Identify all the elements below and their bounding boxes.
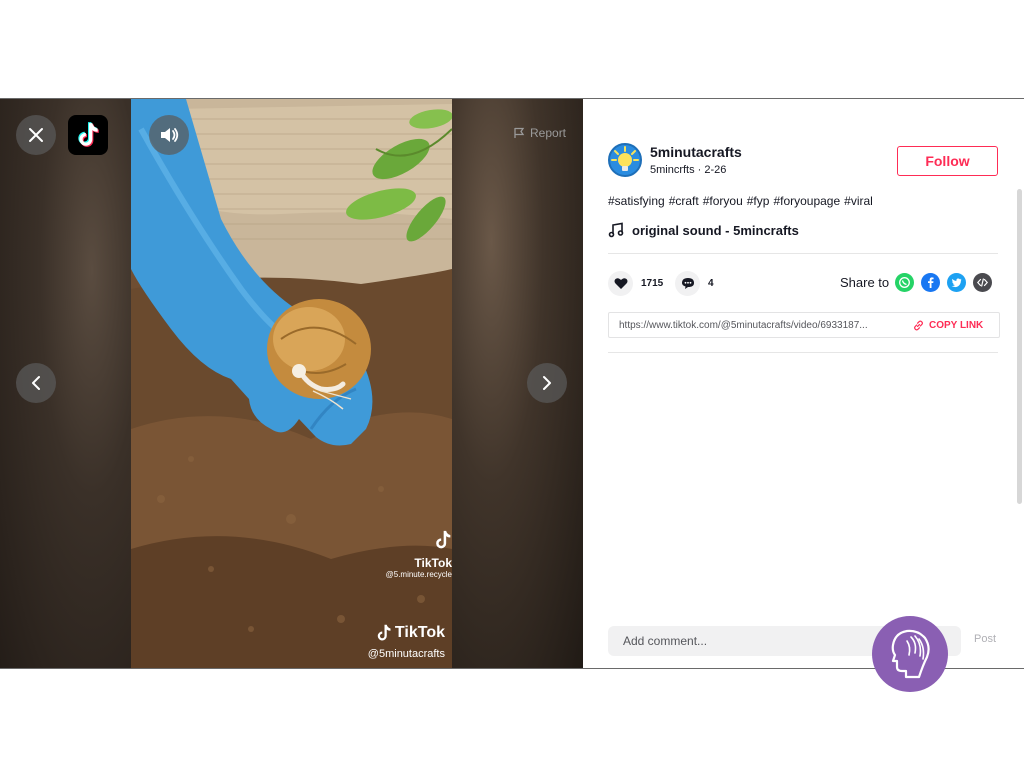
lightbulb-icon [611,146,639,171]
hashtag-link[interactable]: #fyp [747,194,770,208]
video-hashtags: #satisfying #craft #foryou #fyp #foryoupage #… [608,194,877,208]
facebook-icon[interactable] [921,273,940,292]
watermark-small-handle: @5.minute.recycle [385,570,452,579]
watermark-small-brand: TikTok [414,556,452,570]
tiktok-logo-icon [370,529,452,556]
author-avatar[interactable] [608,143,642,177]
sound-link[interactable]: original sound - 5mincrafts [608,222,799,238]
divider [608,352,998,353]
video-viewer: TikTok @5.minute.recycle TikTok @5minuta… [0,98,1024,669]
tiktok-logo-icon [78,122,99,147]
video-info-panel: 5minutacrafts 5mincrfts · 2-26 Follow #s… [583,99,1024,668]
flag-icon [514,127,525,138]
embed-icon[interactable] [973,273,992,292]
author-meta: 5mincrfts · 2-26 [650,164,727,176]
chevron-right-icon [543,376,551,390]
comment-button[interactable] [675,271,700,296]
copy-link-label: COPY LINK [929,319,984,331]
like-button[interactable] [608,271,633,296]
tiktok-app-logo[interactable] [68,115,108,155]
panel-scrollbar[interactable] [1017,189,1022,504]
comment-count: 4 [708,278,714,289]
divider [608,253,998,254]
watermark-big: TikTok @5minutacrafts [360,623,445,660]
next-video-button[interactable] [527,363,567,403]
chevron-left-icon [32,376,40,390]
hashtag-link[interactable]: #satisfying [608,194,665,208]
watermark-big-handle: @5minutacrafts [367,648,445,660]
share-link-box: https://www.tiktok.com/@5minutacrafts/vi… [608,312,1000,338]
video-scene [131,99,452,668]
copy-link-button[interactable]: COPY LINK [913,320,983,331]
tiktok-logo-icon [377,624,391,641]
report-button[interactable]: Report [513,126,566,140]
share-link-url[interactable]: https://www.tiktok.com/@5minutacrafts/vi… [619,320,901,331]
post-comment-button[interactable]: Post [974,633,996,645]
follow-button[interactable]: Follow [897,146,998,176]
music-note-icon [608,222,624,238]
hashtag-link[interactable]: #craft [669,194,699,208]
hashtag-link[interactable]: #foryou [703,194,743,208]
comment-stat: 4 [675,271,714,296]
share-label: Share to [840,275,890,290]
comment-bubble-icon [681,278,694,289]
hashtag-link[interactable]: #viral [844,194,873,208]
hashtag-link[interactable]: #foryoupage [773,194,840,208]
close-icon [29,128,43,142]
watermark-big-brand: TikTok [394,624,445,641]
floating-assistant-button[interactable] [872,616,948,692]
previous-video-button[interactable] [16,363,56,403]
report-label: Report [530,126,567,140]
volume-icon [161,128,179,142]
twitter-icon[interactable] [947,273,966,292]
watermark-small: TikTok @5.minute.recycle [370,529,452,579]
face-profile-icon [891,629,930,679]
link-icon [914,320,923,330]
whatsapp-icon[interactable] [895,273,914,292]
like-stat: 1715 [608,271,663,296]
sound-title: original sound - 5mincrafts [632,222,799,238]
author-display-name[interactable]: 5minutacrafts [650,144,742,160]
close-button[interactable] [16,115,56,155]
heart-icon [614,278,627,289]
like-count: 1715 [641,278,664,289]
video-frame[interactable]: TikTok @5.minute.recycle TikTok @5minuta… [131,99,452,668]
video-stage: TikTok @5.minute.recycle TikTok @5minuta… [0,99,583,668]
volume-button[interactable] [149,115,189,155]
